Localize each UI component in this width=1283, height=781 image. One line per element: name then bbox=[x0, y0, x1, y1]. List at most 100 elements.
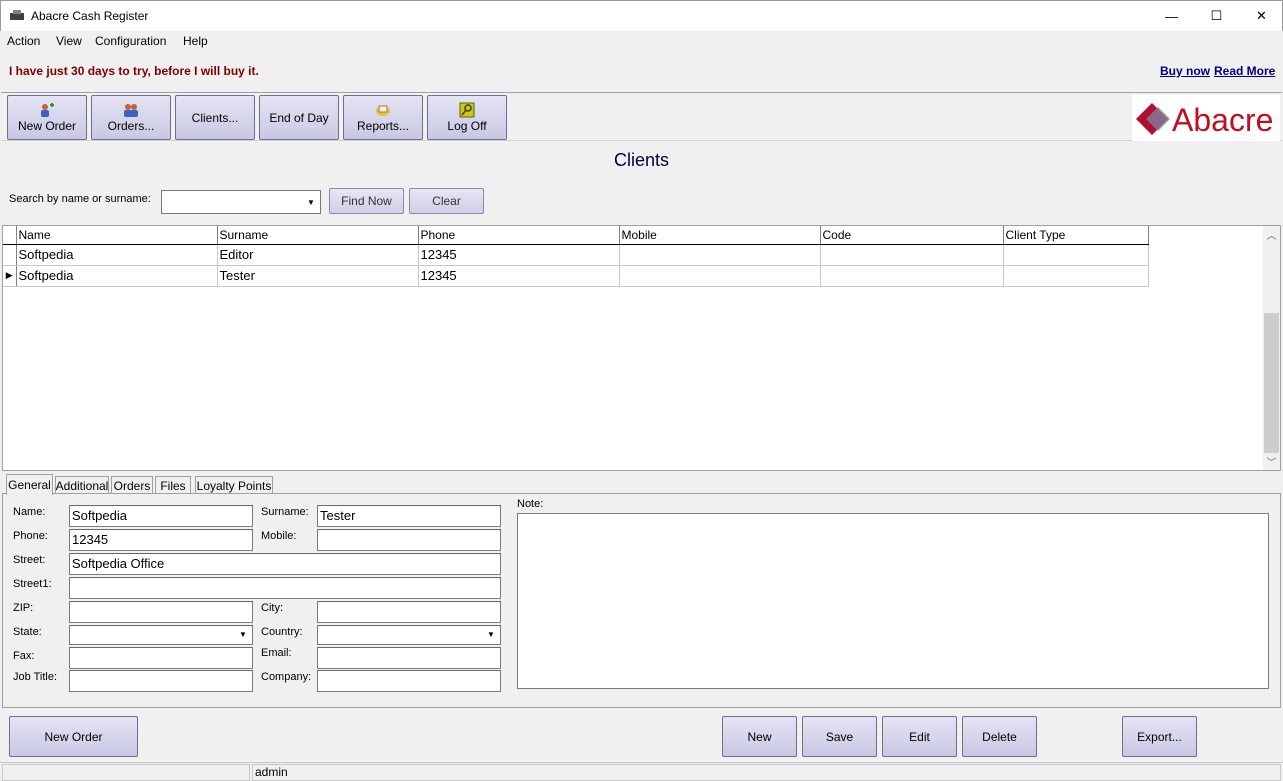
column-header-name[interactable]: Name bbox=[16, 226, 218, 245]
column-header-mobile[interactable]: Mobile bbox=[619, 226, 821, 245]
cell-name[interactable]: Softpedia bbox=[16, 244, 218, 266]
toolbar-orders-button[interactable]: Orders... bbox=[91, 95, 171, 140]
name-field[interactable]: Softpedia bbox=[69, 505, 253, 527]
cell-mobile[interactable] bbox=[619, 244, 821, 266]
buy-now-link[interactable]: Buy now bbox=[1160, 64, 1210, 78]
toolbar-clients-button[interactable]: Clients... bbox=[175, 95, 255, 140]
surname-label: Surname: bbox=[261, 506, 309, 518]
edit-button[interactable]: Edit bbox=[882, 716, 957, 757]
tab-additional[interactable]: Additional bbox=[55, 476, 109, 494]
table-row[interactable]: ▶ Softpedia Tester 12345 bbox=[3, 265, 1149, 287]
toolbar: New Order Orders... Clients... End of Da… bbox=[1, 92, 1282, 141]
vertical-scrollbar[interactable]: ︿ ﹀ bbox=[1263, 226, 1280, 470]
tab-loyalty-points[interactable]: Loyalty Points bbox=[195, 476, 273, 494]
key-icon bbox=[459, 102, 475, 118]
search-input[interactable]: ▼ bbox=[161, 190, 321, 214]
cell-surname[interactable]: Editor bbox=[217, 244, 419, 266]
job-title-field[interactable] bbox=[69, 670, 253, 692]
status-user: admin bbox=[252, 764, 1281, 781]
mobile-field[interactable] bbox=[317, 529, 501, 551]
column-header-code[interactable]: Code bbox=[820, 226, 1004, 245]
scrollbar-thumb[interactable] bbox=[1264, 313, 1279, 453]
tab-files[interactable]: Files bbox=[155, 476, 191, 494]
search-label: Search by name or surname: bbox=[9, 193, 151, 205]
street-label: Street: bbox=[13, 554, 46, 566]
clients-table: Name Surname Phone Mobile Code Client Ty… bbox=[3, 226, 1149, 287]
fax-field[interactable] bbox=[69, 647, 253, 669]
clients-grid[interactable]: Name Surname Phone Mobile Code Client Ty… bbox=[2, 225, 1281, 471]
toolbar-label: New Order bbox=[17, 119, 76, 133]
maximize-button[interactable]: ☐ bbox=[1194, 1, 1239, 31]
state-select[interactable]: ▼ bbox=[69, 625, 253, 645]
toolbar-log-off-button[interactable]: Log Off bbox=[427, 95, 507, 140]
cell-phone[interactable]: 12345 bbox=[418, 244, 620, 266]
city-label: City: bbox=[261, 602, 283, 614]
app-icon bbox=[10, 10, 24, 20]
scroll-up-icon[interactable]: ︿ bbox=[1263, 226, 1280, 243]
toolbar-reports-button[interactable]: Reports... bbox=[343, 95, 423, 140]
cell-phone[interactable]: 12345 bbox=[418, 265, 620, 287]
toolbar-label: Orders... bbox=[107, 119, 155, 133]
status-pane bbox=[2, 764, 250, 781]
export-button[interactable]: Export... bbox=[1122, 716, 1197, 757]
column-header-phone[interactable]: Phone bbox=[418, 226, 620, 245]
orders-icon bbox=[124, 104, 138, 117]
zip-field[interactable] bbox=[69, 601, 253, 623]
cell-code[interactable] bbox=[820, 244, 1004, 266]
country-select[interactable]: ▼ bbox=[317, 625, 501, 645]
email-label: Email: bbox=[261, 647, 292, 659]
clear-button[interactable]: Clear bbox=[409, 188, 484, 214]
column-header-surname[interactable]: Surname bbox=[217, 226, 419, 245]
toolbar-end-of-day-button[interactable]: End of Day bbox=[259, 95, 339, 140]
row-indicator-header bbox=[3, 226, 17, 245]
chevron-down-icon[interactable]: ▼ bbox=[483, 627, 499, 643]
menu-help[interactable]: Help bbox=[183, 34, 208, 48]
scroll-down-icon[interactable]: ﹀ bbox=[1263, 453, 1280, 470]
status-bar: admin bbox=[0, 762, 1283, 781]
save-button[interactable]: Save bbox=[802, 716, 877, 757]
close-button[interactable]: ✕ bbox=[1239, 1, 1283, 31]
menu-action[interactable]: Action bbox=[7, 34, 40, 48]
logo-text: Abacre bbox=[1172, 102, 1273, 138]
find-now-button[interactable]: Find Now bbox=[329, 188, 404, 214]
tab-general[interactable]: General bbox=[6, 474, 53, 495]
street1-label: Street1: bbox=[13, 578, 52, 590]
phone-label: Phone: bbox=[13, 530, 48, 542]
close-icon: ✕ bbox=[1256, 8, 1267, 23]
chevron-down-icon[interactable]: ▼ bbox=[235, 627, 251, 643]
email-field[interactable] bbox=[317, 647, 501, 669]
cell-name[interactable]: Softpedia bbox=[16, 265, 218, 287]
note-textarea[interactable] bbox=[517, 513, 1269, 689]
minimize-button[interactable]: — bbox=[1149, 1, 1194, 31]
cell-client-type[interactable] bbox=[1003, 244, 1149, 266]
chevron-down-icon[interactable]: ▼ bbox=[303, 192, 319, 212]
new-button[interactable]: New bbox=[722, 716, 797, 757]
delete-button[interactable]: Delete bbox=[962, 716, 1037, 757]
cell-surname[interactable]: Tester bbox=[217, 265, 419, 287]
read-more-link[interactable]: Read More bbox=[1214, 64, 1275, 78]
table-row[interactable]: Softpedia Editor 12345 bbox=[3, 244, 1149, 266]
reports-icon bbox=[376, 105, 390, 116]
cell-code[interactable] bbox=[820, 265, 1004, 287]
country-label: Country: bbox=[261, 626, 303, 638]
state-label: State: bbox=[13, 626, 42, 638]
phone-field[interactable]: 12345 bbox=[69, 529, 253, 551]
menu-configuration[interactable]: Configuration bbox=[95, 34, 166, 48]
company-label: Company: bbox=[261, 671, 312, 683]
row-indicator bbox=[3, 244, 17, 266]
new-order-button[interactable]: New Order bbox=[9, 716, 138, 757]
surname-field[interactable]: Tester bbox=[317, 505, 501, 527]
cell-mobile[interactable] bbox=[619, 265, 821, 287]
company-field[interactable] bbox=[317, 670, 501, 692]
note-label: Note: bbox=[517, 498, 544, 510]
city-field[interactable] bbox=[317, 601, 501, 623]
menu-view[interactable]: View bbox=[56, 34, 82, 48]
column-header-client-type[interactable]: Client Type bbox=[1003, 226, 1149, 245]
cell-client-type[interactable] bbox=[1003, 265, 1149, 287]
toolbar-new-order-button[interactable]: New Order bbox=[7, 95, 87, 140]
tab-orders[interactable]: Orders bbox=[111, 476, 153, 494]
menu-bar: Action View Configuration Help bbox=[0, 31, 1283, 51]
trial-banner: I have just 30 days to try, before I wil… bbox=[0, 51, 1283, 91]
street1-field[interactable] bbox=[69, 577, 501, 599]
street-field[interactable]: Softpedia Office bbox=[69, 553, 501, 575]
